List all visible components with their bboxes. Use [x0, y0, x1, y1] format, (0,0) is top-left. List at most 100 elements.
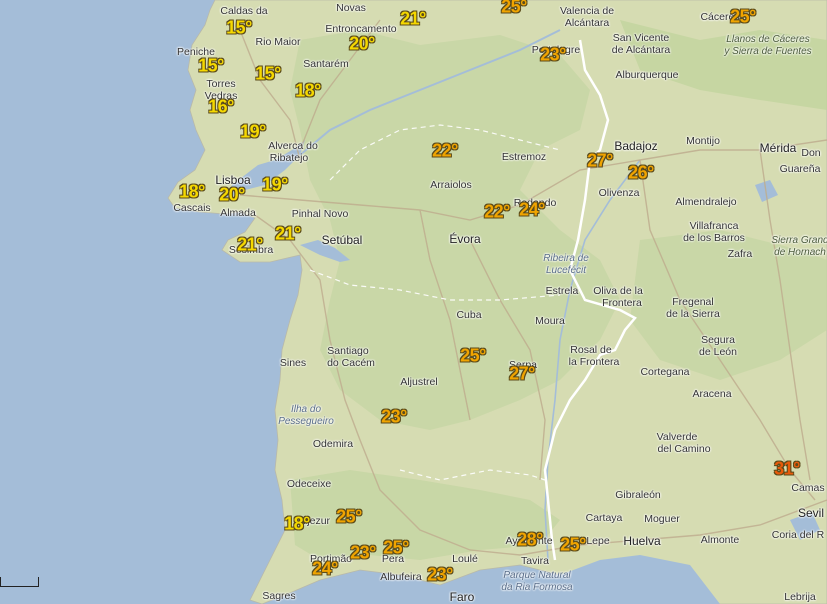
temperature-marker[interactable]: 19°: [262, 175, 288, 196]
place-label: Setúbal: [321, 233, 363, 247]
temperature-marker[interactable]: 25°: [560, 535, 586, 556]
temperature-marker[interactable]: 25°: [730, 7, 756, 28]
place-label: Valverde: [656, 431, 698, 443]
temperature-marker[interactable]: 15°: [255, 64, 281, 85]
place-label: Novas: [336, 2, 366, 14]
place-label: la Frontera: [568, 356, 620, 368]
temperature-marker[interactable]: 22°: [484, 202, 510, 223]
place-label: Moguer: [644, 513, 680, 525]
place-label: Odeceixe: [286, 478, 332, 490]
place-label: Pinhal Novo: [291, 208, 349, 220]
place-label: Oliva de la: [593, 285, 643, 297]
temperature-marker[interactable]: 24°: [312, 559, 338, 580]
temperature-marker[interactable]: 19°: [240, 122, 266, 143]
temperature-marker[interactable]: 25°: [336, 507, 362, 528]
place-label: de Alcántara: [611, 44, 671, 56]
place-label: del Camino: [657, 443, 711, 455]
place-label: Tavira: [520, 555, 550, 567]
park-label: da Ria Formosa: [501, 582, 573, 593]
place-label: Moura: [535, 315, 565, 327]
place-label: Sines: [279, 357, 307, 369]
place-label: Coria del R: [771, 529, 825, 541]
place-label: Aracena: [692, 388, 732, 400]
region-label: de Hornach: [774, 247, 826, 258]
place-label: Sagres: [262, 590, 296, 602]
temperature-marker[interactable]: 25°: [460, 346, 486, 367]
park-label: Parque Natural: [503, 570, 571, 581]
weather-map[interactable]: Caldas da Novas Valencia de Alcántara Cá…: [0, 0, 827, 604]
place-label: Santiago: [327, 345, 369, 357]
temperature-marker[interactable]: 27°: [587, 151, 613, 172]
temperature-marker[interactable]: 23°: [540, 45, 566, 66]
place-label: Huelva: [623, 534, 661, 548]
temperature-marker[interactable]: 18°: [284, 514, 310, 535]
place-label: Zafra: [727, 248, 753, 260]
place-label: Alburquerque: [615, 69, 679, 81]
region-label: Llanos de Cáceres: [726, 34, 810, 45]
place-label: Segura: [701, 334, 735, 346]
place-label: Estremoz: [501, 151, 547, 163]
temperature-marker[interactable]: 31°: [774, 459, 800, 480]
temperature-marker[interactable]: 28°: [517, 530, 543, 551]
place-label: Alcántara: [564, 17, 610, 29]
place-label: Gibraleón: [615, 489, 661, 501]
temperature-marker[interactable]: 26°: [628, 163, 654, 184]
place-label: de la Sierra: [666, 308, 720, 320]
place-label: Albufeira: [380, 571, 422, 583]
temperature-marker[interactable]: 23°: [350, 543, 376, 564]
temperature-marker[interactable]: 20°: [349, 34, 375, 55]
temperature-marker[interactable]: 23°: [381, 407, 407, 428]
temperature-marker[interactable]: 23°: [427, 565, 453, 586]
place-label: Almonte: [700, 534, 740, 546]
river-label: Ribeira de: [543, 253, 589, 264]
place-label: Mérida: [759, 141, 797, 155]
place-label: Aljustrel: [400, 376, 438, 388]
place-label: Loulé: [452, 553, 478, 565]
temperature-marker[interactable]: 21°: [400, 9, 426, 30]
place-label: Sevil: [797, 506, 825, 520]
place-label: Alverca do: [268, 140, 318, 152]
place-label: Almada: [220, 207, 256, 219]
place-label: Santarém: [303, 58, 349, 70]
place-label: Badajoz: [614, 139, 658, 153]
river-label: Lucefécit: [545, 265, 587, 276]
temperature-marker[interactable]: 16°: [208, 97, 234, 118]
temperature-marker[interactable]: 21°: [237, 235, 263, 256]
place-label: Cuba: [456, 309, 482, 321]
place-label: Rio Maior: [255, 36, 301, 48]
place-label: do Cacém: [327, 357, 375, 369]
temperature-marker[interactable]: 21°: [275, 224, 301, 245]
place-label: Ribatejo: [269, 152, 309, 164]
place-label: Valencia de: [559, 5, 615, 17]
region-label: y Sierra de Fuentes: [724, 46, 812, 57]
temperature-marker[interactable]: 27°: [509, 364, 535, 385]
temperature-marker[interactable]: 15°: [198, 56, 224, 77]
place-label: Cortegana: [640, 366, 690, 378]
place-label: Lepe: [586, 535, 610, 547]
temperature-marker[interactable]: 18°: [179, 182, 205, 203]
place-label: Estrela: [545, 285, 579, 297]
place-label: Fregenal: [672, 296, 714, 308]
temperature-marker[interactable]: 25°: [501, 0, 527, 18]
place-label: de los Barros: [683, 232, 745, 244]
place-label: San Vicente: [612, 32, 670, 44]
coast-label: Ilha do: [290, 404, 322, 415]
place-label: Olivenza: [598, 187, 640, 199]
place-label: Faro: [449, 590, 475, 604]
place-label: Rosal de: [570, 344, 612, 356]
region-label: Sierra Grand: [771, 235, 827, 246]
coast-label: Pessegueiro: [278, 416, 334, 427]
temperature-marker[interactable]: 25°: [383, 538, 409, 559]
temperature-marker[interactable]: 22°: [432, 141, 458, 162]
place-label: Odemira: [312, 438, 354, 450]
temperature-marker[interactable]: 15°: [226, 18, 252, 39]
place-label: Almendralejo: [675, 196, 737, 208]
place-label: de León: [699, 346, 737, 358]
temperature-marker[interactable]: 18°: [295, 81, 321, 102]
place-label: Guareña: [779, 163, 821, 175]
place-label: Caldas da: [220, 5, 268, 17]
temperature-marker[interactable]: 24°: [519, 200, 545, 221]
place-label: Montijo: [686, 135, 720, 147]
place-label: Villafranca: [689, 220, 739, 232]
temperature-marker[interactable]: 20°: [219, 185, 245, 206]
